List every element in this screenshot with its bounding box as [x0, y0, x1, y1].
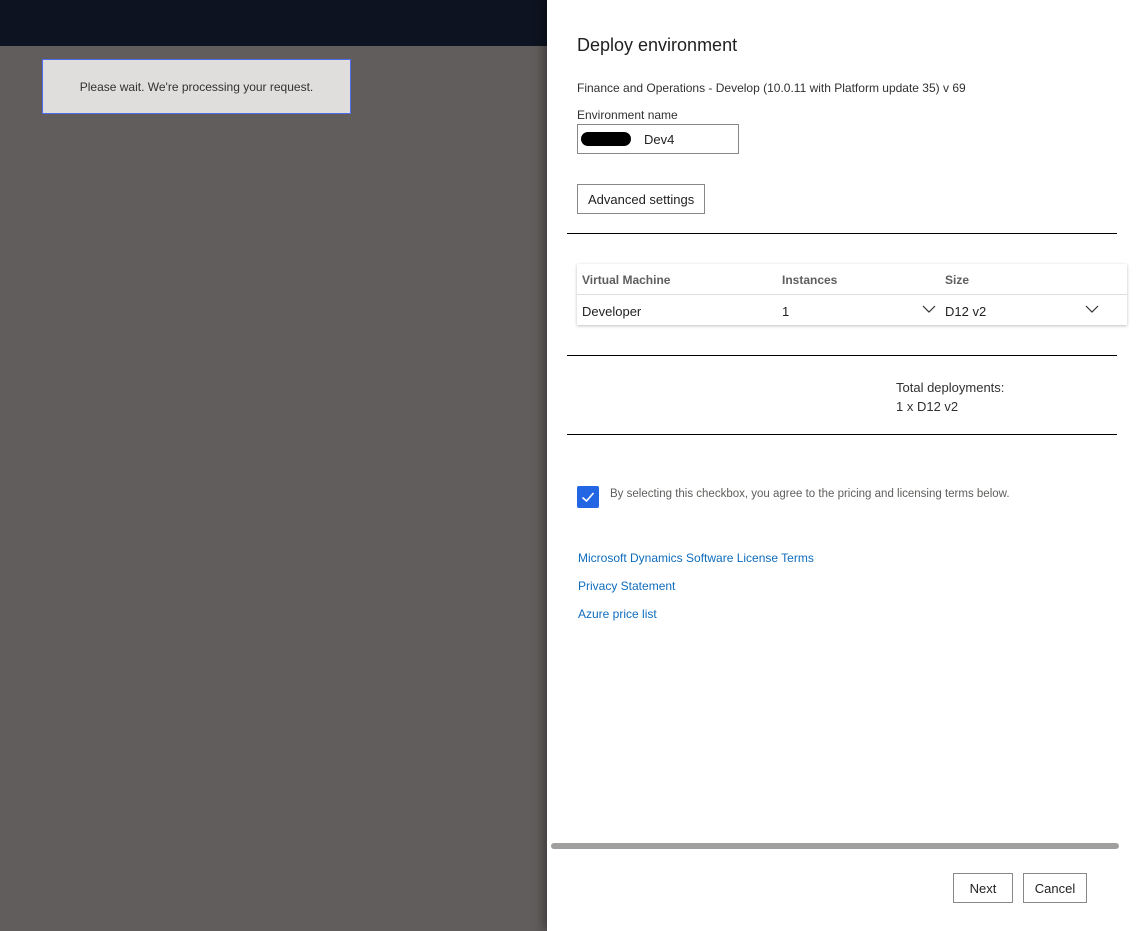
loading-message-text: Please wait. We're processing your reque… — [79, 79, 314, 94]
vm-table-header: Virtual Machine Instances Size — [577, 264, 1127, 295]
vm-name-cell: Developer — [582, 304, 642, 319]
header-virtual-machine: Virtual Machine — [582, 273, 671, 287]
vm-table: Virtual Machine Instances Size Developer… — [577, 264, 1127, 325]
chevron-down-icon[interactable] — [1085, 302, 1099, 316]
azure-price-list-link[interactable]: Azure price list — [578, 607, 657, 621]
section-divider — [567, 233, 1117, 234]
checkmark-icon — [581, 492, 595, 503]
total-deployments-value: 1 x D12 v2 — [896, 399, 959, 414]
chevron-down-icon[interactable] — [922, 302, 936, 316]
total-deployments-label: Total deployments: — [896, 380, 1005, 395]
agree-terms-checkbox[interactable] — [577, 486, 599, 508]
section-divider — [567, 434, 1117, 435]
environment-version-text: Finance and Operations - Develop (10.0.1… — [577, 81, 966, 95]
environment-name-label: Environment name — [577, 108, 678, 122]
header-size: Size — [945, 273, 970, 287]
agree-terms-text: By selecting this checkbox, you agree to… — [610, 488, 1010, 500]
license-terms-link[interactable]: Microsoft Dynamics Software License Term… — [578, 551, 814, 565]
size-dropdown[interactable]: D12 v2 — [945, 304, 986, 319]
instances-dropdown[interactable]: 1 — [782, 304, 789, 319]
header-instances: Instances — [782, 273, 838, 287]
privacy-statement-link[interactable]: Privacy Statement — [578, 579, 675, 593]
deploy-environment-panel: Deploy environment Finance and Operation… — [547, 0, 1137, 931]
loading-message: Please wait. We're processing your reque… — [42, 59, 351, 114]
modal-overlay — [0, 46, 547, 931]
redaction-mark — [581, 132, 631, 146]
section-divider — [567, 355, 1117, 356]
next-button[interactable]: Next — [953, 873, 1013, 903]
advanced-settings-button[interactable]: Advanced settings — [577, 184, 706, 214]
cancel-button[interactable]: Cancel — [1023, 873, 1087, 903]
top-nav-bar — [0, 0, 547, 46]
panel-title: Deploy environment — [577, 35, 738, 55]
horizontal-scrollbar[interactable] — [551, 843, 1119, 849]
